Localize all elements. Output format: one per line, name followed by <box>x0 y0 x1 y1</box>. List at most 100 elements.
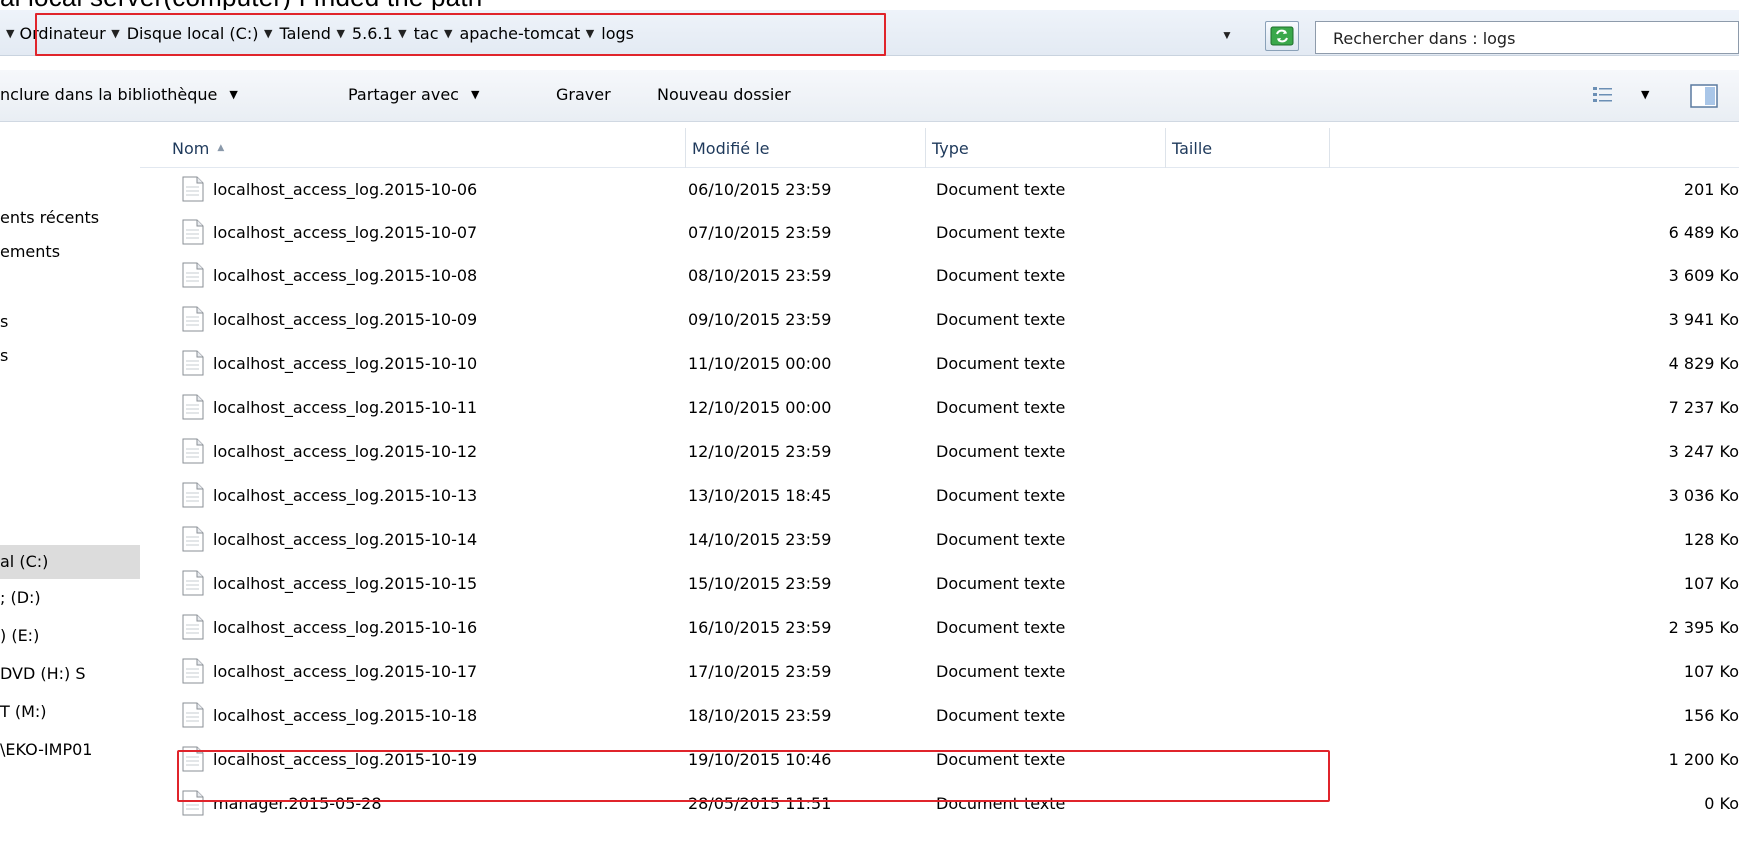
nav-item-drive-d[interactable]: ; (D:) <box>0 588 41 607</box>
list-item[interactable]: localhost_access_log.2015-10-16 16/10/20… <box>140 606 1739 650</box>
chevron-down-icon[interactable]: ▼ <box>440 27 452 40</box>
address-bar: ▼ Ordinateur ▼ Disque local (C:) ▼ Talen… <box>0 10 1739 56</box>
file-name: localhost_access_log.2015-10-19 <box>213 750 478 769</box>
breadcrumb-item-logs[interactable]: logs <box>601 24 634 43</box>
chevron-down-icon[interactable]: ▼ <box>1641 88 1649 101</box>
view-options-icon[interactable] <box>1591 84 1615 106</box>
nav-item-network-location[interactable]: \EKO-IMP01 <box>0 740 92 759</box>
file-name: manager.2015-05-28 <box>213 794 382 813</box>
search-input[interactable]: Rechercher dans : logs <box>1315 21 1739 54</box>
list-item[interactable]: localhost_access_log.2015-10-18 18/10/20… <box>140 694 1739 738</box>
text-file-icon <box>182 702 204 728</box>
text-file-icon <box>182 176 204 202</box>
text-file-icon <box>182 438 204 464</box>
breadcrumb[interactable]: ▼ Ordinateur ▼ Disque local (C:) ▼ Talen… <box>6 18 634 48</box>
text-file-icon <box>182 746 204 772</box>
file-size: 7 237 Ko <box>1668 398 1739 417</box>
list-item[interactable]: localhost_access_log.2015-10-19 19/10/20… <box>140 738 1739 782</box>
breadcrumb-item-version[interactable]: 5.6.1 <box>352 24 393 43</box>
list-item[interactable]: localhost_access_log.2015-10-10 11/10/20… <box>140 342 1739 386</box>
list-item[interactable]: localhost_access_log.2015-10-06 06/10/20… <box>140 168 1739 212</box>
file-name: localhost_access_log.2015-10-17 <box>213 662 478 681</box>
column-header-size[interactable]: Taille <box>1166 128 1330 168</box>
sort-ascending-icon: ▲ <box>217 143 225 153</box>
file-size: 3 036 Ko <box>1668 486 1739 505</box>
breadcrumb-item-disque-local[interactable]: Disque local (C:) <box>127 24 259 43</box>
new-folder-button[interactable]: Nouveau dossier <box>657 85 791 104</box>
command-toolbar: nclure dans la bibliothèque ▼ Partager a… <box>0 70 1739 122</box>
chevron-down-icon: ▼ <box>470 88 480 101</box>
include-in-library-button[interactable]: nclure dans la bibliothèque ▼ <box>0 85 238 104</box>
column-header-type[interactable]: Type <box>926 128 1166 168</box>
file-size: 0 Ko <box>1704 794 1739 813</box>
list-item[interactable]: localhost_access_log.2015-10-15 15/10/20… <box>140 562 1739 606</box>
file-name: localhost_access_log.2015-10-12 <box>213 442 478 461</box>
list-item[interactable]: localhost_access_log.2015-10-11 12/10/20… <box>140 386 1739 430</box>
list-item[interactable]: localhost_access_log.2015-10-13 13/10/20… <box>140 474 1739 518</box>
file-list: localhost_access_log.2015-10-06 06/10/20… <box>140 168 1739 841</box>
text-file-icon <box>182 482 204 508</box>
list-item[interactable]: localhost_access_log.2015-10-09 09/10/20… <box>140 298 1739 342</box>
address-history-dropdown-icon[interactable]: ▼ <box>1218 28 1236 42</box>
share-with-button[interactable]: Partager avec ▼ <box>348 85 479 104</box>
nav-item-recent-places[interactable]: ents récents <box>0 208 99 227</box>
file-size: 6 489 Ko <box>1668 223 1739 242</box>
list-item[interactable]: localhost_access_log.2015-10-14 14/10/20… <box>140 518 1739 562</box>
refresh-button[interactable] <box>1265 21 1299 51</box>
chevron-down-icon[interactable]: ▼ <box>260 27 272 40</box>
navigation-pane: ents récents ements s s al (C:) ; (D:) )… <box>0 122 140 841</box>
chevron-down-icon: ▼ <box>229 88 238 101</box>
column-header-name[interactable]: Nom ▲ <box>140 128 686 168</box>
text-file-icon <box>182 658 204 684</box>
file-name: localhost_access_log.2015-10-18 <box>213 706 478 725</box>
column-header-modified[interactable]: Modifié le <box>686 128 926 168</box>
nav-item-downloads[interactable]: ements <box>0 242 60 261</box>
file-size: 3 609 Ko <box>1668 266 1739 285</box>
file-name: localhost_access_log.2015-10-06 <box>213 180 478 199</box>
list-item[interactable]: manager.2015-05-28 28/05/2015 11:51 Docu… <box>140 782 1739 826</box>
burn-button[interactable]: Graver <box>556 85 611 104</box>
file-name: localhost_access_log.2015-10-15 <box>213 574 478 593</box>
nav-item-library-2[interactable]: s <box>0 346 8 365</box>
file-size: 156 Ko <box>1683 706 1739 725</box>
file-size: 1 200 Ko <box>1668 750 1739 769</box>
file-name: localhost_access_log.2015-10-08 <box>213 266 478 285</box>
chevron-down-icon[interactable]: ▼ <box>395 27 406 40</box>
file-name: localhost_access_log.2015-10-10 <box>213 354 478 373</box>
file-size: 128 Ko <box>1683 530 1739 549</box>
text-file-icon <box>182 219 204 245</box>
file-size: 107 Ko <box>1683 574 1739 593</box>
breadcrumb-item-ordinateur[interactable]: Ordinateur <box>19 24 105 43</box>
file-list-header: Nom ▲ Modifié le Type Taille <box>140 128 1739 168</box>
list-item[interactable]: localhost_access_log.2015-10-07 07/10/20… <box>140 211 1739 255</box>
text-file-icon <box>182 614 204 640</box>
list-item[interactable]: localhost_access_log.2015-10-08 08/10/20… <box>140 254 1739 298</box>
nav-item-dvd-drive-h[interactable]: DVD (H:) S <box>0 664 86 683</box>
chevron-down-icon[interactable]: ▼ <box>6 27 14 40</box>
refresh-icon <box>1270 26 1294 46</box>
file-size: 107 Ko <box>1683 662 1739 681</box>
text-file-icon <box>182 570 204 596</box>
text-file-icon <box>182 790 204 816</box>
list-item[interactable]: localhost_access_log.2015-10-12 12/10/20… <box>140 430 1739 474</box>
file-name: localhost_access_log.2015-10-09 <box>213 310 478 329</box>
chevron-down-icon[interactable]: ▼ <box>333 27 344 40</box>
nav-item-library-1[interactable]: s <box>0 312 8 331</box>
file-size: 3 247 Ko <box>1668 442 1739 461</box>
file-name: localhost_access_log.2015-10-14 <box>213 530 478 549</box>
list-item[interactable]: localhost_access_log.2015-10-17 17/10/20… <box>140 650 1739 694</box>
nav-item-drive-e[interactable]: ) (E:) <box>0 626 39 645</box>
chevron-down-icon[interactable]: ▼ <box>108 27 119 40</box>
breadcrumb-item-talend[interactable]: Talend <box>279 24 331 43</box>
file-name: localhost_access_log.2015-10-11 <box>213 398 478 417</box>
file-name: localhost_access_log.2015-10-16 <box>213 618 478 637</box>
text-file-icon <box>182 262 204 288</box>
nav-item-drive-m[interactable]: T (M:) <box>0 702 47 721</box>
file-size: 4 829 Ko <box>1668 354 1739 373</box>
breadcrumb-item-tac[interactable]: tac <box>414 24 439 43</box>
nav-item-local-disk-c[interactable]: al (C:) <box>0 545 140 579</box>
preview-pane-icon[interactable] <box>1690 84 1718 108</box>
text-file-icon <box>182 306 204 332</box>
chevron-down-icon[interactable]: ▼ <box>582 27 594 40</box>
breadcrumb-item-apache-tomcat[interactable]: apache-tomcat <box>459 24 580 43</box>
